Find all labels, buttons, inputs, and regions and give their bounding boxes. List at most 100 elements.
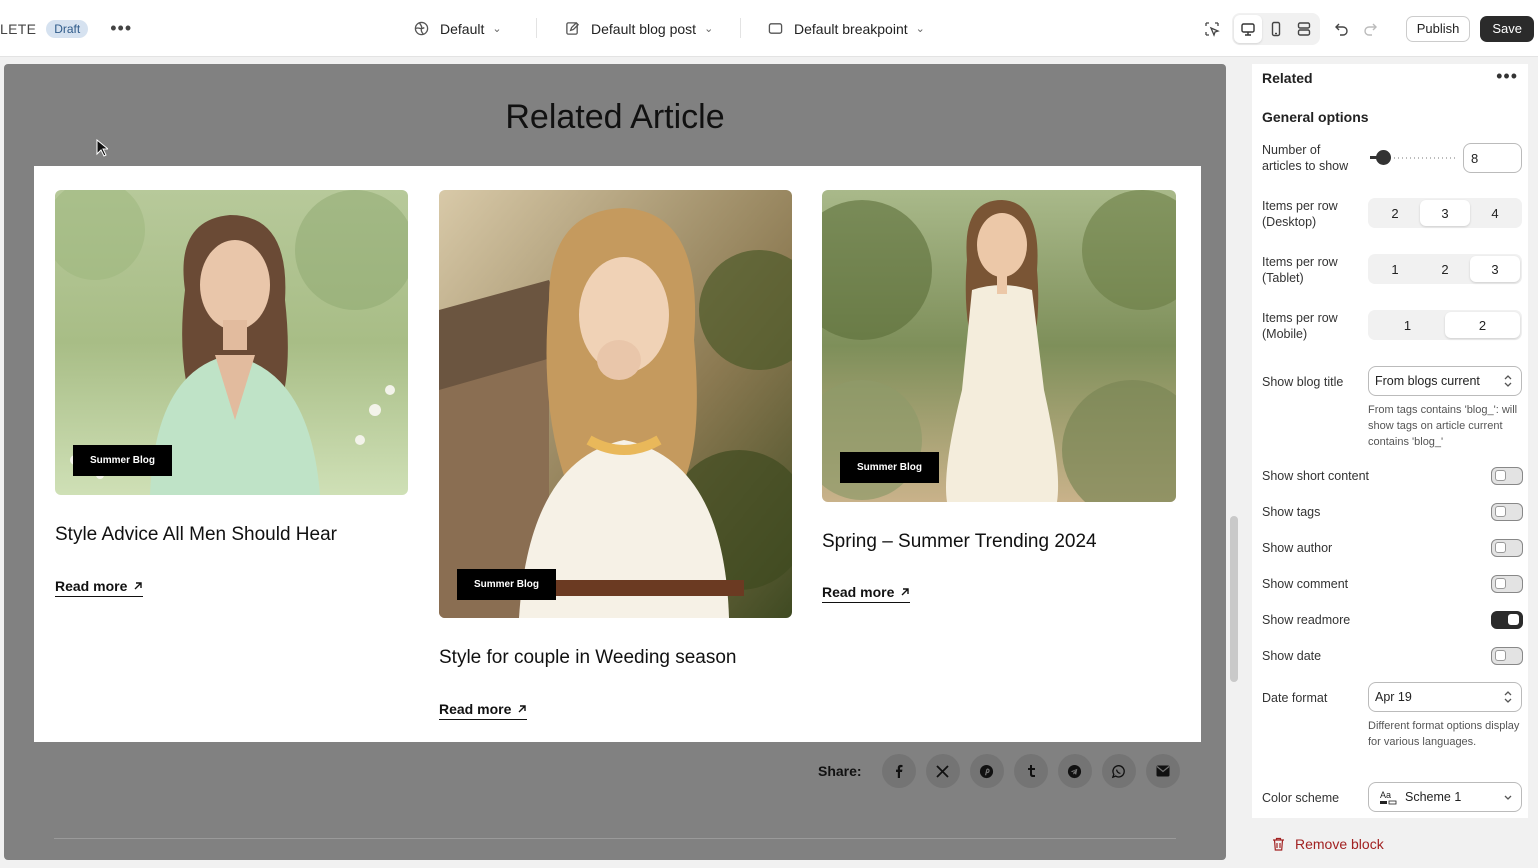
article-title[interactable]: Style Advice All Men Should Hear — [55, 524, 337, 546]
panel-footer: Remove block — [1252, 818, 1528, 868]
color-scheme-value: Scheme 1 — [1405, 790, 1462, 804]
pinterest-icon[interactable] — [969, 754, 1004, 788]
mobile-option-1[interactable]: 1 — [1370, 312, 1445, 338]
articles-slider-thumb[interactable] — [1376, 150, 1391, 165]
author-toggle[interactable] — [1491, 539, 1523, 557]
top-bar-right: Publish Save — [1198, 0, 1538, 57]
article-title[interactable]: Style for couple in Weeding season — [439, 647, 737, 669]
readmore-label: Show readmore — [1262, 613, 1351, 627]
canvas-scrollbar[interactable] — [1230, 516, 1238, 682]
divider — [740, 18, 741, 38]
article-title[interactable]: Spring – Summer Trending 2024 — [822, 531, 1097, 553]
color-scheme-label: Color scheme — [1262, 791, 1340, 805]
arrow-up-right-icon — [518, 705, 527, 713]
desktop-items-selector: 2 3 4 — [1368, 198, 1522, 228]
remove-block-label: Remove block — [1295, 836, 1384, 852]
short-content-toggle[interactable] — [1491, 467, 1523, 485]
read-more-label: Read more — [439, 701, 512, 717]
desktop-option-4[interactable]: 4 — [1470, 200, 1520, 226]
mobile-items-label: Items per row (Mobile) — [1262, 311, 1338, 341]
screen-icon — [766, 20, 784, 38]
breakpoint-select[interactable]: Default breakpoint ⌄ — [766, 0, 925, 57]
template-select-label: Default blog post — [591, 20, 697, 37]
select-element-icon[interactable] — [1198, 15, 1226, 43]
remove-block-button[interactable]: Remove block — [1272, 836, 1384, 852]
articles-count-input[interactable]: 8 — [1463, 143, 1522, 173]
settings-panel: Related ••• General options Number of ar… — [1252, 64, 1528, 818]
redo-icon[interactable] — [1356, 15, 1384, 43]
share-label: Share: — [818, 763, 862, 779]
date-toggle[interactable] — [1491, 647, 1523, 665]
blog-title-value: From blogs current — [1375, 374, 1480, 388]
comment-label: Show comment — [1262, 577, 1349, 591]
related-articles-block[interactable]: Summer Blog Style Advice All Men Should … — [34, 166, 1201, 742]
breakpoint-select-label: Default breakpoint — [794, 20, 908, 37]
share-bar: Share: — [818, 754, 1190, 788]
tumblr-icon[interactable] — [1013, 754, 1048, 788]
mobile-view-icon[interactable] — [1262, 15, 1290, 43]
desktop-option-3[interactable]: 3 — [1420, 200, 1470, 226]
tablet-items-label: Items per row (Tablet) — [1262, 255, 1338, 285]
date-format-hint: Different format options display for var… — [1368, 720, 1520, 748]
globe-icon — [412, 20, 430, 38]
article-image[interactable] — [439, 190, 792, 618]
desktop-option-2[interactable]: 2 — [1370, 200, 1420, 226]
layout-view-icon[interactable] — [1290, 15, 1318, 43]
read-more-link[interactable]: Read more — [822, 584, 911, 603]
telegram-icon[interactable] — [1057, 754, 1092, 788]
articles-count-label: Number of articles to show — [1262, 143, 1349, 173]
theme-select[interactable]: Default ⌄ — [412, 0, 502, 57]
app-name: LETE — [0, 20, 37, 37]
x-icon[interactable] — [925, 754, 960, 788]
author-label: Show author — [1262, 541, 1333, 555]
chevron-down-icon: ⌄ — [704, 23, 714, 35]
undo-icon[interactable] — [1328, 15, 1356, 43]
tags-label: Show tags — [1262, 505, 1321, 519]
blog-title-label: Show blog title — [1262, 375, 1344, 389]
editor-canvas[interactable]: Related Article Summer Blog Style Advice… — [4, 64, 1226, 860]
tablet-option-3[interactable]: 3 — [1470, 256, 1520, 282]
date-format-select[interactable]: Apr 19 — [1368, 682, 1522, 712]
color-scheme-select[interactable]: Aa Scheme 1 — [1368, 782, 1522, 812]
panel-title: Related — [1262, 70, 1313, 86]
top-bar: LETE Draft ••• Default ⌄ Default blog po… — [0, 0, 1538, 57]
arrow-up-right-icon — [134, 582, 143, 590]
section-heading: General options — [1262, 109, 1369, 125]
date-format-label: Date format — [1262, 691, 1328, 705]
article-tag[interactable]: Summer Blog — [840, 452, 940, 483]
mouse-cursor-icon — [96, 139, 108, 157]
chevron-down-icon: ⌄ — [915, 23, 925, 35]
tablet-option-2[interactable]: 2 — [1420, 256, 1470, 282]
top-bar-left: LETE Draft ••• — [0, 0, 132, 57]
svg-text:Aa: Aa — [1380, 790, 1391, 800]
section-title: Related Article — [505, 98, 725, 136]
desktop-view-icon[interactable] — [1233, 14, 1262, 43]
read-more-label: Read more — [822, 584, 895, 600]
date-format-value: Apr 19 — [1375, 690, 1412, 704]
publish-button[interactable]: Publish — [1405, 15, 1471, 42]
tags-toggle[interactable] — [1491, 503, 1523, 521]
article-tag[interactable]: Summer Blog — [457, 569, 557, 600]
blog-title-select[interactable]: From blogs current — [1368, 366, 1522, 396]
short-content-label: Show short content — [1262, 469, 1370, 483]
arrow-up-right-icon — [901, 588, 910, 596]
article-tag[interactable]: Summer Blog — [73, 445, 173, 476]
save-button[interactable]: Save — [1480, 15, 1534, 42]
edit-page-icon — [563, 20, 581, 38]
comment-toggle[interactable] — [1491, 575, 1523, 593]
whatsapp-icon[interactable] — [1101, 754, 1136, 788]
email-icon[interactable] — [1145, 754, 1180, 788]
chevron-down-icon — [1504, 795, 1512, 800]
facebook-icon[interactable] — [881, 754, 916, 788]
mobile-option-2[interactable]: 2 — [1445, 312, 1520, 338]
status-badge: Draft — [46, 19, 89, 38]
device-switcher — [1231, 12, 1320, 45]
read-more-label: Read more — [55, 578, 128, 594]
more-menu-button[interactable]: ••• — [110, 18, 132, 39]
readmore-toggle[interactable] — [1491, 611, 1523, 629]
template-select[interactable]: Default blog post ⌄ — [563, 0, 713, 57]
panel-more-button[interactable]: ••• — [1496, 66, 1518, 87]
read-more-link[interactable]: Read more — [439, 701, 528, 720]
tablet-option-1[interactable]: 1 — [1370, 256, 1420, 282]
read-more-link[interactable]: Read more — [55, 578, 144, 597]
